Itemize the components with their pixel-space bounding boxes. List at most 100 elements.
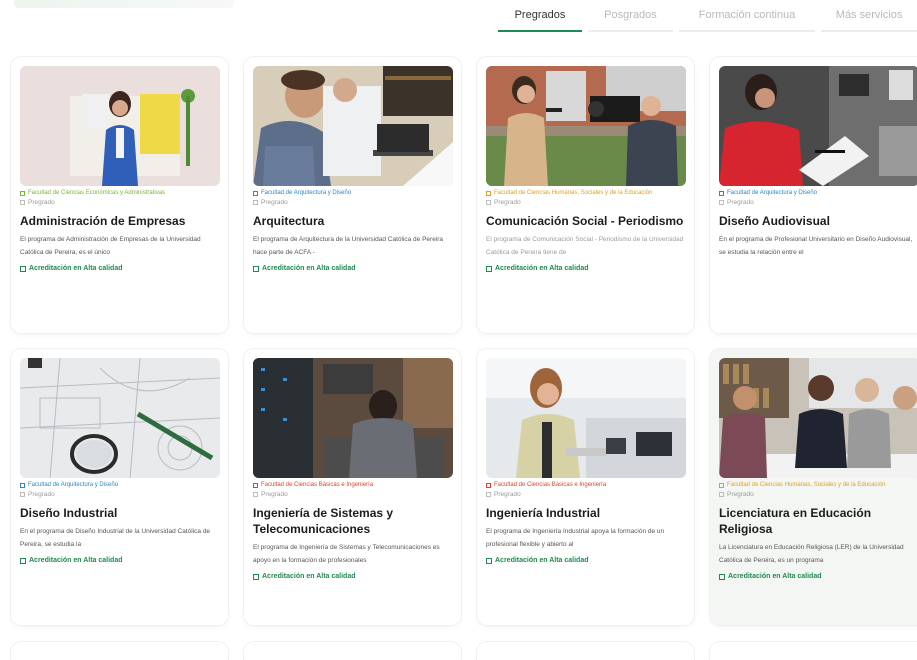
accreditation-text: Acreditación en Alta calidad xyxy=(29,265,123,272)
program-card-partial[interactable] xyxy=(710,642,917,660)
program-title[interactable]: Diseño Industrial xyxy=(20,505,219,521)
level-text: Pregrado xyxy=(28,491,55,498)
faculty-label: Facultad de Ciencias Básicas e Ingenierí… xyxy=(253,482,452,489)
program-description: En el programa de Diseño Industrial de l… xyxy=(20,528,211,548)
level-icon xyxy=(20,200,25,205)
accreditation-text: Acreditación en Alta calidad xyxy=(262,265,356,272)
accreditation-badge: Acreditación en Alta calidad xyxy=(20,557,219,564)
accreditation-text: Acreditación en Alta calidad xyxy=(495,557,589,564)
faculty-icon xyxy=(20,483,25,488)
program-card[interactable]: Facultad de Arquitectura y Diseño Pregra… xyxy=(11,349,228,625)
program-card-partial[interactable] xyxy=(244,642,461,660)
faculty-label: Facultad de Ciencias Humanas, Sociales y… xyxy=(719,482,917,489)
faculty-icon xyxy=(20,191,25,196)
reporter-photo xyxy=(486,66,686,186)
tab-posgrados[interactable]: Posgrados xyxy=(587,0,673,32)
blueprint-photo xyxy=(20,358,220,478)
tab-pregrados[interactable]: Pregrados xyxy=(498,0,582,32)
accreditation-icon xyxy=(20,557,26,564)
accreditation-icon xyxy=(253,573,259,580)
program-title[interactable]: Comunicación Social - Periodismo xyxy=(486,213,685,229)
level-text: Pregrado xyxy=(727,491,754,498)
accreditation-icon xyxy=(719,573,725,580)
level-label: Pregrado xyxy=(253,199,452,206)
level-label: Pregrado xyxy=(20,199,219,206)
faculty-text: Facultad de Ciencias Humanas, Sociales y… xyxy=(727,482,886,488)
program-card[interactable]: Facultad de Ciencias Básicas e Ingenierí… xyxy=(244,349,461,625)
faculty-icon xyxy=(719,191,724,196)
accreditation-text: Acreditación en Alta calidad xyxy=(728,573,822,580)
level-label: Pregrado xyxy=(253,491,452,498)
program-description: El programa de Ingeniería de Sistemas y … xyxy=(253,544,440,564)
program-description: La Licenciatura en Educación Religiosa (… xyxy=(719,544,904,564)
accreditation-icon xyxy=(486,557,492,564)
program-card[interactable]: Facultad de Ciencias Básicas e Ingenierí… xyxy=(477,349,694,625)
level-icon xyxy=(719,200,724,205)
accreditation-icon xyxy=(486,265,492,272)
program-description: El programa de Arquitectura de la Univer… xyxy=(253,236,444,256)
accreditation-badge: Acreditación en Alta calidad xyxy=(719,573,917,580)
level-label: Pregrado xyxy=(719,199,917,206)
faculty-icon xyxy=(719,483,724,488)
level-text: Pregrado xyxy=(727,199,754,206)
faculty-label: Facultad de Ciencias Humanas, Sociales y… xyxy=(486,190,685,197)
accreditation-badge: Acreditación en Alta calidad xyxy=(486,557,685,564)
faculty-label: Facultad de Ciencias Básicas e Ingenierí… xyxy=(486,482,685,489)
program-description: El programa de Comunicación Social - Per… xyxy=(486,236,684,256)
faculty-text: Facultad de Ciencias Económicas y Admini… xyxy=(28,190,166,196)
faculty-text: Facultad de Ciencias Humanas, Sociales y… xyxy=(494,190,653,196)
program-card[interactable]: Facultad de Ciencias Económicas y Admini… xyxy=(11,57,228,333)
program-title[interactable]: Ingeniería Industrial xyxy=(486,505,685,521)
program-card[interactable]: Facultad de Ciencias Humanas, Sociales y… xyxy=(710,349,917,625)
accreditation-text: Acreditación en Alta calidad xyxy=(495,265,589,272)
program-card-partial[interactable] xyxy=(477,642,694,660)
level-text: Pregrado xyxy=(494,199,521,206)
faculty-text: Facultad de Arquitectura y Diseño xyxy=(28,482,119,488)
program-description: El programa de Administración de Empresa… xyxy=(20,236,201,256)
program-description: El programa de Ingeniería Industrial apo… xyxy=(486,528,665,548)
faculty-icon xyxy=(486,191,491,196)
program-card-partial[interactable] xyxy=(11,642,228,660)
accreditation-text: Acreditación en Alta calidad xyxy=(262,573,356,580)
accreditation-badge: Acreditación en Alta calidad xyxy=(253,573,452,580)
program-tabs: Pregrados Posgrados Formación continua M… xyxy=(498,0,917,34)
level-text: Pregrado xyxy=(28,199,55,206)
group-study-photo xyxy=(719,358,917,478)
businesswoman-photo xyxy=(20,66,220,186)
program-title[interactable]: Ingeniería de Sistemas y Telecomunicacio… xyxy=(253,505,452,537)
tab-mas-servicios[interactable]: Más servicios xyxy=(821,0,917,32)
accreditation-badge: Acreditación en Alta calidad xyxy=(253,265,452,272)
level-icon xyxy=(20,492,25,497)
program-description: En el programa de Profesional Universita… xyxy=(719,236,913,256)
level-icon xyxy=(486,492,491,497)
architects-photo xyxy=(253,66,453,186)
program-card[interactable]: Facultad de Ciencias Humanas, Sociales y… xyxy=(477,57,694,333)
accreditation-badge: Acreditación en Alta calidad xyxy=(486,265,685,272)
level-label: Pregrado xyxy=(719,491,917,498)
engineer-photo xyxy=(486,358,686,478)
faculty-label: Facultad de Arquitectura y Diseño xyxy=(719,190,917,197)
program-card[interactable]: Facultad de Arquitectura y Diseño Pregra… xyxy=(710,57,917,333)
faculty-text: Facultad de Ciencias Básicas e Ingenierí… xyxy=(494,482,607,488)
accreditation-text: Acreditación en Alta calidad xyxy=(29,557,123,564)
level-text: Pregrado xyxy=(261,491,288,498)
program-card[interactable]: Facultad de Arquitectura y Diseño Pregra… xyxy=(244,57,461,333)
site-logo-faded xyxy=(14,0,234,8)
level-text: Pregrado xyxy=(494,491,521,498)
level-label: Pregrado xyxy=(486,491,685,498)
level-label: Pregrado xyxy=(486,199,685,206)
faculty-icon xyxy=(486,483,491,488)
faculty-text: Facultad de Arquitectura y Diseño xyxy=(261,190,352,196)
faculty-label: Facultad de Arquitectura y Diseño xyxy=(20,482,219,489)
accreditation-icon xyxy=(20,265,26,272)
program-grid: Facultad de Ciencias Económicas y Admini… xyxy=(11,57,917,625)
program-title[interactable]: Diseño Audiovisual xyxy=(719,213,917,229)
level-label: Pregrado xyxy=(20,491,219,498)
level-icon xyxy=(253,492,258,497)
program-title[interactable]: Administración de Empresas xyxy=(20,213,219,229)
program-title[interactable]: Arquitectura xyxy=(253,213,452,229)
faculty-icon xyxy=(253,191,258,196)
faculty-text: Facultad de Arquitectura y Diseño xyxy=(727,190,818,196)
program-title[interactable]: Licenciatura en Educación Religiosa xyxy=(719,505,917,537)
tab-formacion-continua[interactable]: Formación continua xyxy=(678,0,816,32)
